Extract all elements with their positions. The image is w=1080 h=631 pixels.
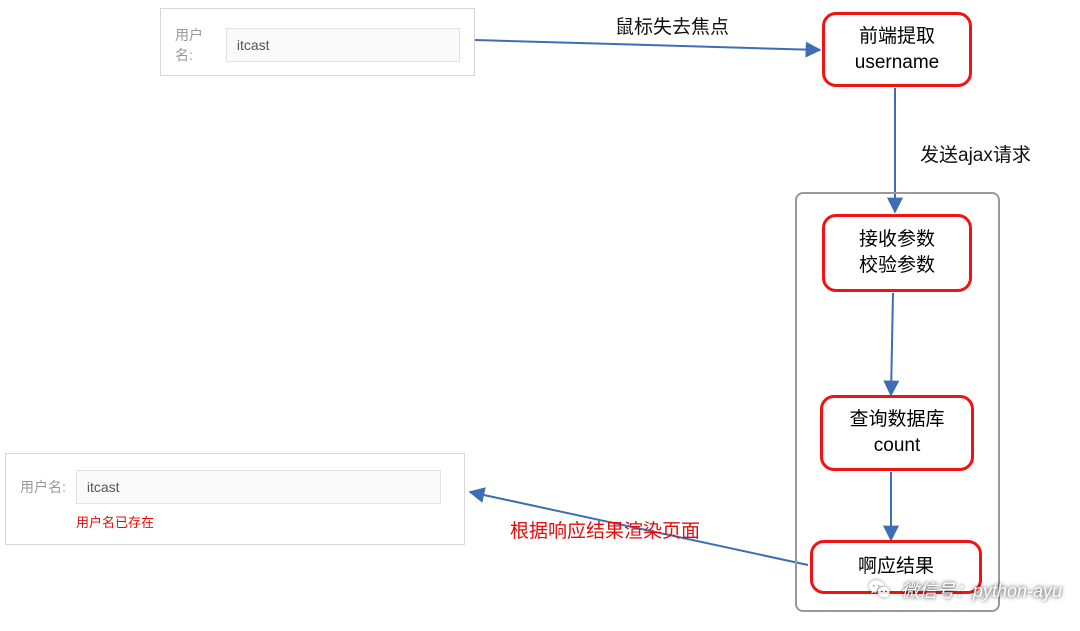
node-receive-validate: 接收参数 校验参数 [822,214,972,292]
node-line: 查询数据库 [835,407,959,433]
edge-label-ajax: 发送ajax请求 [920,140,1031,167]
form-username-initial: 用户名: [160,8,475,76]
node-line: 接收参数 [837,227,957,253]
username-label-2: 用户名: [20,477,66,497]
edge-label-render: 根据响应结果渲染页面 [510,516,700,543]
node-frontend-extract: 前端提取 username [822,12,972,87]
node-line: 校验参数 [837,253,957,279]
watermark-text: 微信号：python-ayu [901,577,1062,603]
node-query-db: 查询数据库 count [820,395,974,471]
edge-label-blur: 鼠标失去焦点 [615,12,729,39]
node-line: 啊应结果 [825,554,967,580]
username-label: 用户名: [175,25,216,65]
node-line: username [837,50,957,76]
username-input-taken[interactable] [76,470,441,504]
username-input-initial[interactable] [226,28,460,62]
watermark: 微信号：python-ayu [867,577,1062,603]
username-error: 用户名已存在 [76,512,450,531]
node-line: 前端提取 [837,24,957,50]
wechat-icon [867,577,893,603]
node-line: count [835,433,959,459]
form-username-taken: 用户名: 用户名已存在 [5,453,465,545]
